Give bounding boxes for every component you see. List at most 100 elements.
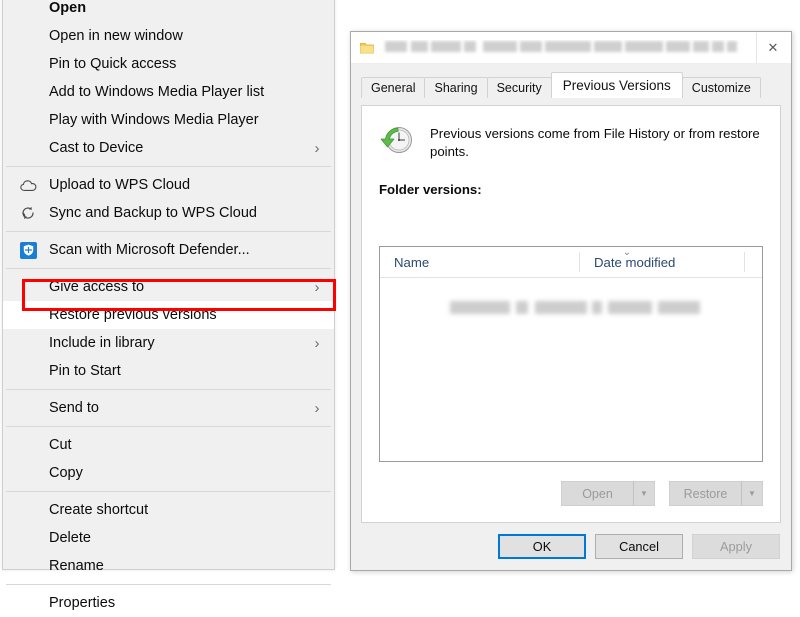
restore-clock-icon [378, 122, 416, 160]
chevron-down-icon: ⌄ [622, 247, 632, 258]
menu-item-icon-slot [17, 305, 39, 325]
menu-item-label: Scan with Microsoft Defender... [49, 242, 250, 258]
open-split-button[interactable]: Open ▼ [561, 481, 655, 506]
tab-sharing[interactable]: Sharing [424, 77, 488, 98]
tab-security[interactable]: Security [486, 77, 552, 98]
menu-separator [6, 166, 331, 167]
context-menu-items: Open Open in new window Pin to Quick acc… [3, 0, 334, 617]
menu-item-label: Give access to [49, 279, 145, 295]
menu-item-label: Properties [49, 595, 116, 611]
chevron-right-icon: › [314, 139, 320, 157]
info-text: Previous versions come from File History… [430, 126, 760, 159]
folder-versions-label: Folder versions: [379, 182, 482, 198]
menu-separator [6, 491, 331, 492]
menu-item-play-with-windows-media-player[interactable]: Play with Windows Media Player [3, 106, 334, 134]
menu-item-label: Send to [49, 400, 99, 416]
apply-button[interactable]: Apply [692, 534, 780, 559]
menu-item-pin-to-start[interactable]: Pin to Start [3, 357, 334, 385]
menu-item-open-in-new-window[interactable]: Open in new window [3, 22, 334, 50]
menu-item-label: Delete [49, 530, 91, 546]
menu-item-icon-slot [17, 138, 39, 158]
menu-item-icon-slot [17, 361, 39, 381]
menu-item-label: Copy [49, 465, 83, 481]
menu-separator [6, 584, 331, 585]
menu-item-icon-slot [17, 26, 39, 46]
menu-item-icon-slot [17, 333, 39, 353]
menu-item-send-to[interactable]: Send to › [3, 394, 334, 422]
menu-separator [6, 231, 331, 232]
sync-icon [17, 203, 39, 223]
tab-general[interactable]: General [361, 77, 426, 98]
menu-item-label: Include in library [49, 335, 155, 351]
menu-item-label: Rename [49, 558, 104, 574]
list-item[interactable] [380, 298, 762, 320]
menu-item-pin-to-quick-access[interactable]: Pin to Quick access [3, 50, 334, 78]
menu-item-label: Play with Windows Media Player [49, 112, 259, 128]
menu-item-label: Cut [49, 437, 72, 453]
menu-item-upload-to-wps-cloud[interactable]: Upload to WPS Cloud [3, 171, 334, 199]
dialog-tabstrip[interactable]: General Sharing Security Previous Versio… [361, 72, 781, 98]
menu-item-label: Create shortcut [49, 502, 149, 518]
menu-item-label: Sync and Backup to WPS Cloud [49, 205, 257, 221]
open-dropdown-caret-icon[interactable]: ▼ [633, 481, 655, 506]
menu-item-icon-slot [17, 528, 39, 548]
menu-item-copy[interactable]: Copy [3, 459, 334, 487]
menu-item-label: Cast to Device [49, 140, 144, 156]
menu-item-icon-slot [17, 0, 39, 18]
restore-button[interactable]: Restore [669, 481, 741, 506]
menu-item-open[interactable]: Open [3, 0, 334, 22]
column-header-date-modified[interactable]: Date modified [580, 247, 745, 277]
menu-item-icon-slot [17, 435, 39, 455]
menu-item-add-to-windows-media-player-list[interactable]: Add to Windows Media Player list [3, 78, 334, 106]
menu-item-properties[interactable]: Properties [3, 589, 334, 617]
dialog-footer: OK Cancel Apply [351, 523, 791, 570]
dialog-titlebar[interactable]: ✕ [351, 32, 791, 64]
menu-item-label: Open in new window [49, 28, 183, 44]
column-header-label: Name [394, 254, 430, 270]
menu-separator [6, 389, 331, 390]
folder-properties-dialog: ✕ General Sharing Security Previous Vers… [350, 31, 792, 571]
menu-item-scan-with-microsoft-defender[interactable]: Scan with Microsoft Defender... [3, 236, 334, 264]
chevron-right-icon: › [314, 334, 320, 352]
folder-versions-listview[interactable]: Name Date modified ⌄ [379, 246, 763, 462]
menu-item-create-shortcut[interactable]: Create shortcut [3, 496, 334, 524]
listview-header[interactable]: Name Date modified ⌄ [380, 247, 762, 278]
tab-customize[interactable]: Customize [681, 77, 761, 98]
menu-item-label: Open [49, 0, 87, 16]
menu-item-rename[interactable]: Rename [3, 552, 334, 580]
tab-previous-versions[interactable]: Previous Versions [550, 72, 683, 98]
cloud-icon [17, 175, 39, 195]
menu-item-sync-and-backup-to-wps-cloud[interactable]: Sync and Backup to WPS Cloud [3, 199, 334, 227]
menu-separator [6, 426, 331, 427]
menu-item-cut[interactable]: Cut [3, 431, 334, 459]
file-explorer-context-menu[interactable]: Open Open in new window Pin to Quick acc… [2, 0, 335, 610]
menu-item-delete[interactable]: Delete [3, 524, 334, 552]
restore-dropdown-caret-icon[interactable]: ▼ [741, 481, 763, 506]
column-header-name[interactable]: Name [380, 247, 580, 277]
menu-item-icon-slot [17, 110, 39, 130]
menu-item-include-in-library[interactable]: Include in library › [3, 329, 334, 357]
open-button[interactable]: Open [561, 481, 633, 506]
restore-split-button[interactable]: Restore ▼ [669, 481, 763, 506]
menu-item-icon-slot [17, 593, 39, 613]
menu-item-label: Upload to WPS Cloud [49, 177, 191, 193]
menu-item-icon-slot [17, 398, 39, 418]
cancel-button[interactable]: Cancel [595, 534, 683, 559]
menu-item-icon-slot [17, 500, 39, 520]
close-icon[interactable]: ✕ [756, 32, 789, 63]
info-banner: Previous versions come from File History… [362, 106, 780, 160]
menu-item-icon-slot [17, 82, 39, 102]
shield-icon [17, 240, 39, 260]
menu-item-icon-slot [17, 463, 39, 483]
menu-item-label: Pin to Quick access [49, 56, 177, 72]
ok-button[interactable]: OK [498, 534, 586, 559]
column-header-filler [745, 247, 762, 277]
menu-item-restore-previous-versions[interactable]: Restore previous versions [3, 301, 334, 329]
chevron-right-icon: › [314, 278, 320, 296]
tab-panel-previous-versions: Previous versions come from File History… [361, 105, 781, 523]
menu-item-give-access-to[interactable]: Give access to › [3, 273, 334, 301]
menu-item-cast-to-device[interactable]: Cast to Device › [3, 134, 334, 162]
listview-action-buttons: Open ▼ Restore ▼ [547, 481, 763, 506]
menu-item-icon-slot [17, 54, 39, 74]
menu-separator [6, 268, 331, 269]
